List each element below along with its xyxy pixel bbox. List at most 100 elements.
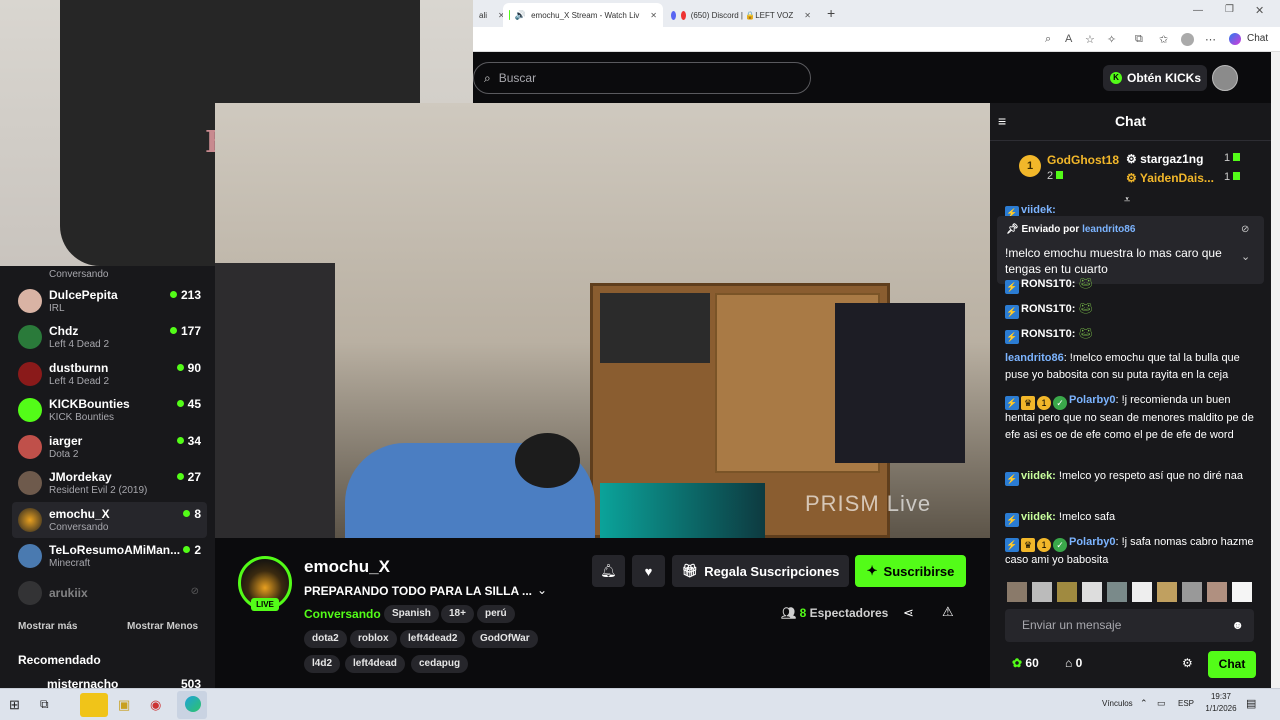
sidebar-channel-offline[interactable]: arukiix ⊘ [12, 575, 207, 611]
show-more-button[interactable]: Mostrar más [18, 621, 77, 632]
chat-input-placeholder: Enviar un mensaje [1022, 618, 1122, 632]
split-screen-icon[interactable]: ⧉ [1135, 33, 1143, 46]
extensions-icon[interactable]: ✧ [1107, 33, 1116, 46]
sidebar-channel[interactable]: Chdz Left 4 Dead 2 177 [12, 319, 207, 355]
emote-icon[interactable] [1232, 582, 1252, 602]
prism-live-watermark: PRISM Live [805, 491, 932, 516]
emote-icon[interactable] [1032, 582, 1052, 602]
channel-name: iarger [49, 433, 83, 448]
app-icon[interactable]: ◉ [150, 697, 161, 713]
copilot-chat-label[interactable]: Chat [1247, 33, 1268, 44]
share-icon[interactable]: ⋖ [903, 605, 914, 621]
emote-icon[interactable] [1007, 582, 1027, 602]
sidebar-channel[interactable]: DulcePepita IRL 213 [12, 283, 207, 319]
copilot-icon[interactable] [1229, 33, 1241, 45]
sidebar-channel[interactable]: TeLoResumoAMiMan... Minecraft 2 [12, 538, 207, 574]
sidebar-channel[interactable]: KICKBounties KICK Bounties 45 [12, 392, 207, 428]
sidebar-channel[interactable]: JMordekay Resident Evil 2 (2019) 27 [12, 465, 207, 501]
sidebar-channel[interactable]: Conversando [12, 260, 207, 282]
close-icon[interactable]: ✕ [804, 11, 811, 20]
tag[interactable]: perú [477, 605, 515, 623]
viewers-number: 8 [799, 606, 807, 620]
window-close-icon[interactable]: ✕ [1255, 4, 1264, 17]
read-aloud-icon[interactable]: A [1065, 33, 1072, 45]
emote-icon[interactable] [1057, 582, 1077, 602]
unpin-icon[interactable]: ⊘ [1241, 224, 1249, 235]
chevron-up-icon[interactable]: ⌃ [1140, 698, 1148, 709]
subscribe-button[interactable]: ✦ Suscribirse [855, 555, 966, 587]
send-chat-button[interactable]: Chat [1208, 651, 1256, 678]
sidebar-channel[interactable]: misternacho 503 [12, 675, 207, 688]
stream-category-link[interactable]: Conversando [304, 607, 381, 621]
profile-icon[interactable] [1181, 33, 1194, 46]
windows-start-icon[interactable]: ⊞ [9, 697, 20, 713]
maximize-icon[interactable]: ❐ [1225, 4, 1234, 15]
streamer-name[interactable]: emochu_X [304, 557, 390, 577]
emote-icon[interactable] [1182, 582, 1202, 602]
tag[interactable]: left4dead2 [400, 630, 466, 648]
video-player[interactable]: PRISM Live [215, 103, 990, 538]
emoji-icon[interactable]: ☻ [1231, 609, 1244, 642]
language-indicator[interactable]: ESP [1178, 699, 1194, 708]
leaderboard-user[interactable]: GodGhost18 [1047, 153, 1119, 167]
tag[interactable]: left4dead [345, 655, 405, 673]
tag[interactable]: roblox [350, 630, 397, 648]
browser-tab[interactable]: (650) Discord | 🔒LEFT VOZ ✕ [665, 3, 817, 27]
chevron-down-icon[interactable]: ⌄ [1241, 250, 1250, 263]
favorites-icon[interactable]: ✩ [1159, 33, 1168, 46]
tag[interactable]: 18+ [441, 605, 474, 623]
store-button[interactable]: ⌂ 0 [1065, 656, 1082, 670]
get-kicks-button[interactable]: K Obtén KICKs [1103, 65, 1207, 91]
emote-icon[interactable] [1107, 582, 1127, 602]
sidebar-channel[interactable]: dustburnn Left 4 Dead 2 90 [12, 356, 207, 392]
notification-bell-button[interactable]: 🔔︎ [592, 555, 625, 587]
channel-name: KICKBounties [49, 396, 130, 411]
emote-icon[interactable] [1207, 582, 1227, 602]
sidebar-channel[interactable]: iarger Dota 2 34 [12, 429, 207, 465]
channel-name: arukiix [49, 586, 88, 600]
more-icon[interactable]: ⋯ [1205, 33, 1216, 46]
tag[interactable]: l4d2 [304, 655, 341, 673]
show-less-button[interactable]: Mostrar Menos [127, 621, 198, 632]
sticky-notes-icon[interactable] [80, 693, 108, 717]
tag[interactable]: Spanish [384, 605, 439, 623]
zoom-icon[interactable]: ⌕ [1045, 33, 1051, 46]
emote-icon[interactable] [1157, 582, 1177, 602]
avatar [18, 325, 42, 349]
tag[interactable]: cedapug [411, 655, 469, 673]
expand-leaderboard-icon[interactable]: ⩡ [1124, 194, 1130, 207]
task-view-icon[interactable]: ⧉ [40, 697, 49, 712]
new-tab-icon[interactable]: + [827, 5, 835, 21]
chat-settings-icon[interactable]: ⚙ [1182, 656, 1193, 670]
emote-icon[interactable] [1082, 582, 1102, 602]
chevron-down-icon[interactable]: ⌄ [537, 583, 547, 597]
user-avatar[interactable] [1212, 65, 1238, 91]
emote-icon[interactable] [1132, 582, 1152, 602]
clock-date[interactable]: 1/1/2026 [1199, 704, 1243, 713]
tag[interactable]: GodOfWar [472, 630, 538, 648]
chat-input[interactable]: Enviar un mensaje ☻ [1005, 609, 1254, 642]
browser-tab[interactable]: ali ✕ [473, 3, 503, 27]
close-icon[interactable]: ✕ [650, 11, 657, 20]
minimize-icon[interactable]: — [1193, 5, 1203, 16]
pinned-message[interactable]: 📌︎ Enviado por leandrito86 ⊘ !melco emoc… [997, 216, 1264, 284]
leaderboard-user[interactable]: ⚙ YaidenDais... [1126, 171, 1214, 185]
channel-points[interactable]: ✿ 60 [1012, 656, 1039, 670]
gift-subs-button[interactable]: 🎁︎ Regala Suscripciones [672, 555, 849, 587]
follow-button[interactable]: ♥ [632, 555, 665, 587]
search-input[interactable]: ⌕ Buscar [473, 62, 811, 94]
sidebar-channel-selected[interactable]: emochu_X Conversando 8 [12, 502, 207, 538]
page-scrollbar[interactable] [1271, 52, 1280, 688]
notifications-icon[interactable]: ▤ [1246, 697, 1256, 710]
clock-time[interactable]: 19:37 [1203, 692, 1239, 701]
favorite-icon[interactable]: ☆ [1085, 33, 1095, 46]
channel-category: Minecraft [49, 557, 91, 569]
report-icon[interactable]: ⚠ [942, 604, 954, 620]
tag[interactable]: dota2 [304, 630, 347, 648]
links-toolbar-label[interactable]: Vínculos [1102, 699, 1133, 708]
browser-tab-active[interactable]: 🔊 emochu_X Stream - Watch Liv ✕ [503, 3, 663, 27]
leaderboard-user[interactable]: ⚙ stargaz1ng [1126, 152, 1203, 166]
file-explorer-icon[interactable]: ▣ [118, 697, 130, 713]
network-icon[interactable]: ▭ [1157, 698, 1166, 709]
avatar [18, 544, 42, 568]
